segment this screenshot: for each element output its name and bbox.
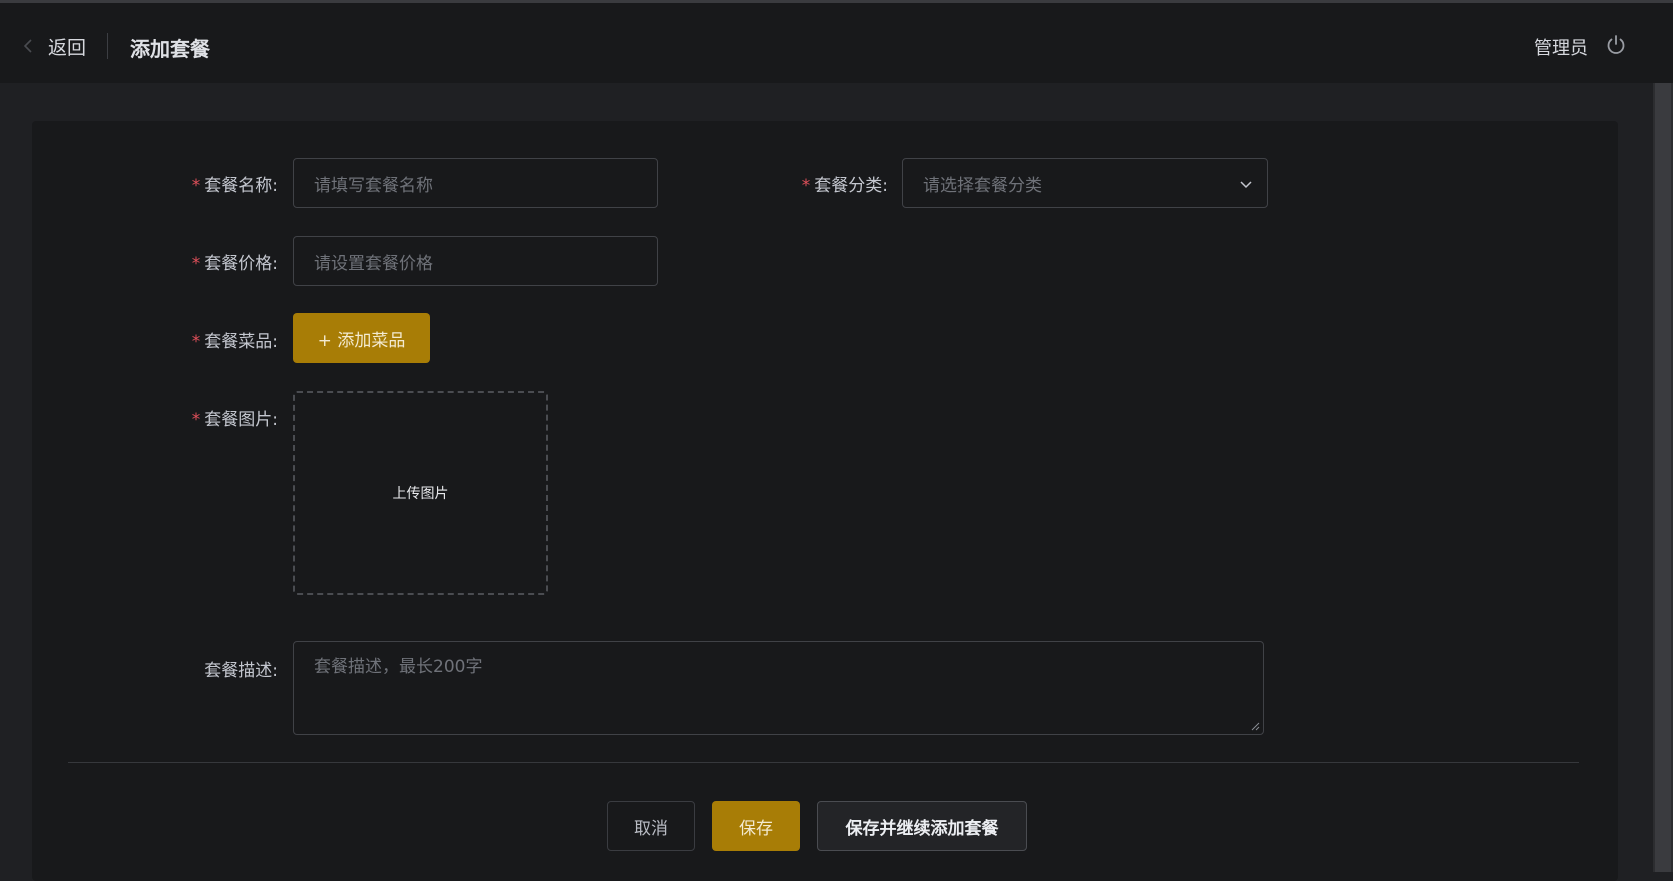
image-label-text: 套餐图片:	[204, 410, 278, 430]
required-star: *	[191, 254, 201, 274]
scrollbar-thumb[interactable]	[1655, 83, 1671, 872]
description-textarea[interactable]: 套餐描述，最长200字	[293, 641, 1264, 735]
name-label: * 套餐名称:	[138, 171, 278, 196]
description-label-text: 套餐描述:	[204, 661, 278, 681]
price-input[interactable]: 请设置套餐价格	[293, 236, 658, 286]
description-label: 套餐描述:	[138, 656, 278, 681]
category-placeholder: 请选择套餐分类	[923, 175, 1042, 196]
price-placeholder: 请设置套餐价格	[314, 253, 433, 274]
category-select[interactable]: 请选择套餐分类	[902, 158, 1268, 208]
required-star: *	[191, 176, 201, 196]
image-label: * 套餐图片:	[138, 405, 278, 430]
back-label: 返回	[48, 36, 87, 59]
cancel-button[interactable]: 取消	[607, 801, 695, 851]
save-button[interactable]: 保存	[712, 801, 800, 851]
price-label: * 套餐价格:	[138, 249, 278, 274]
page-title: 添加套餐	[130, 37, 210, 61]
dishes-label-text: 套餐菜品:	[204, 332, 278, 352]
top-header: 返回 添加套餐 管理员	[0, 3, 1673, 83]
upload-text: 上传图片	[392, 486, 449, 502]
add-dish-button[interactable]: + 添加菜品	[293, 313, 430, 363]
save-continue-button[interactable]: 保存并继续添加套餐	[817, 801, 1027, 851]
power-icon[interactable]	[1605, 34, 1627, 56]
dishes-label: * 套餐菜品:	[138, 327, 278, 352]
required-star: *	[191, 332, 201, 352]
category-label: * 套餐分类:	[748, 171, 888, 196]
form-card	[32, 121, 1618, 881]
name-placeholder: 请填写套餐名称	[314, 175, 433, 196]
chevron-down-icon	[1240, 181, 1252, 189]
category-label-text: 套餐分类:	[814, 176, 888, 196]
description-placeholder: 套餐描述，最长200字	[314, 657, 483, 677]
image-upload[interactable]: 上传图片	[293, 391, 548, 595]
name-label-text: 套餐名称:	[204, 176, 278, 196]
user-name: 管理员	[1534, 38, 1588, 59]
name-input[interactable]: 请填写套餐名称	[293, 158, 658, 208]
back-arrow-icon	[23, 39, 32, 53]
back-button[interactable]: 返回	[20, 31, 86, 61]
resize-handle-icon[interactable]	[1250, 721, 1260, 731]
header-divider	[107, 33, 108, 59]
required-star: *	[191, 410, 201, 430]
price-label-text: 套餐价格:	[204, 254, 278, 274]
form-divider	[68, 762, 1579, 763]
required-star: *	[801, 176, 811, 196]
